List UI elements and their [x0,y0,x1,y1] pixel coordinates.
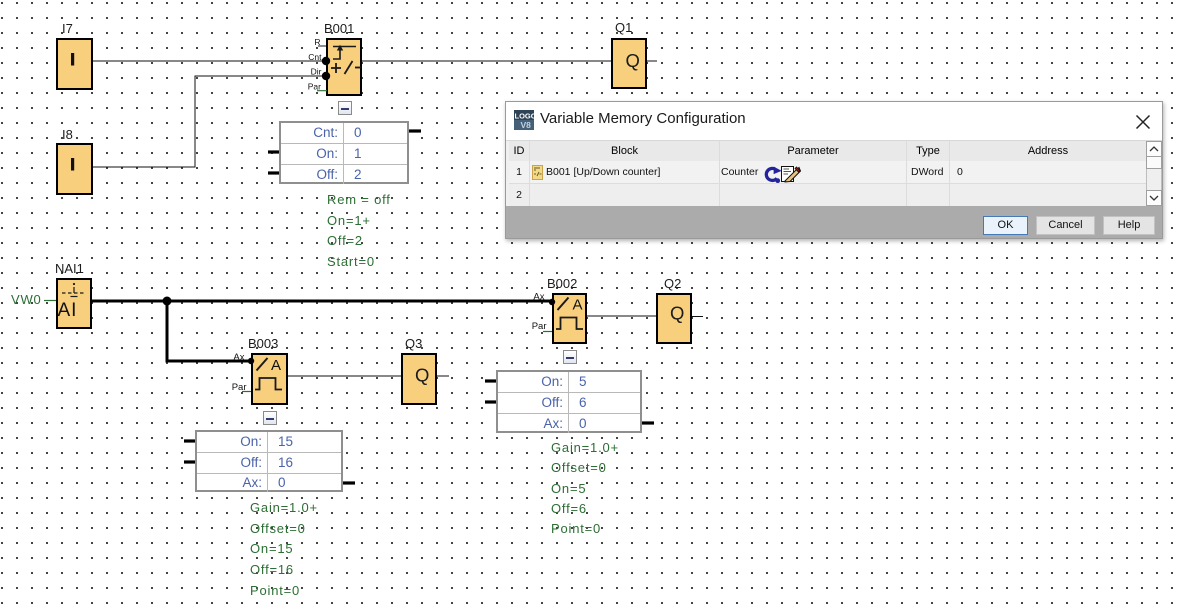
svg-text:Par: Par [308,81,321,91]
svg-text:Ax: Ax [233,352,244,363]
svg-text:AI: AI [58,300,78,321]
svg-text:Q: Q [415,365,429,386]
svg-text:Par: Par [532,321,547,332]
svg-text:A: A [271,357,281,374]
svg-text:Dir: Dir [311,67,322,77]
svg-text:R: R [314,37,320,47]
svg-text:V8: V8 [521,120,532,130]
svg-text:A: A [573,297,583,314]
svg-text:Q: Q [626,50,640,71]
svg-text:Cnt: Cnt [308,52,322,62]
svg-text:Ax: Ax [533,292,544,303]
svg-text:Q: Q [670,303,684,324]
